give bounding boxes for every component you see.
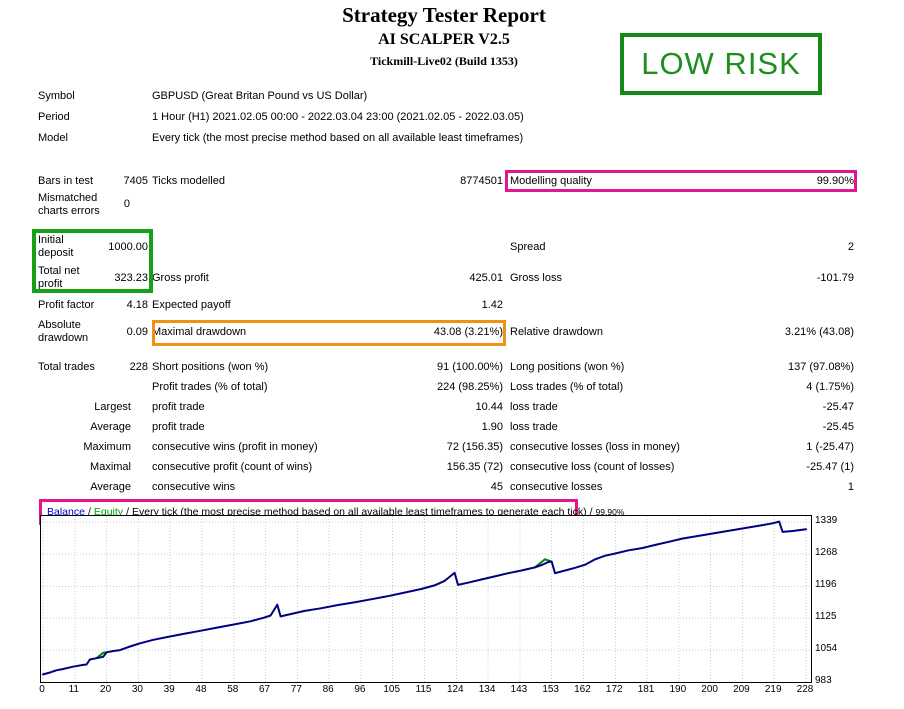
y-tick-label: 1054 — [815, 643, 837, 654]
total-net-profit-value: 323.23 — [38, 264, 148, 292]
loss-trades-value: 4 (1.75%) — [510, 378, 854, 396]
x-tick-label: 162 — [574, 684, 591, 695]
mismatch-value: 0 — [38, 190, 130, 219]
x-tick-label: 172 — [606, 684, 623, 695]
x-tick-label: 105 — [383, 684, 400, 695]
x-tick-label: 20 — [100, 684, 111, 695]
max-consecutive-loss-value: -25.47 (1) — [510, 458, 854, 476]
long-positions-value: 137 (97.08%) — [510, 358, 854, 376]
largest-loss-trade-value: -25.47 — [510, 398, 854, 416]
total-trades-value: 228 — [38, 358, 148, 376]
x-tick-label: 96 — [354, 684, 365, 695]
average-loss-trade-value: -25.45 — [510, 418, 854, 436]
y-tick-label: 1196 — [815, 579, 837, 590]
avg-consecutive-wins-value: 45 — [152, 478, 503, 496]
bars-row: Bars in test 7405 Ticks modelled 8774501… — [38, 171, 860, 191]
x-tick-label: 77 — [291, 684, 302, 695]
x-tick-label: 48 — [195, 684, 206, 695]
largest-trade-row: Largest profit trade 10.44 loss trade -2… — [38, 398, 860, 416]
x-tick-label: 115 — [416, 684, 432, 695]
relative-drawdown-value: 3.21% (43.08) — [510, 317, 854, 347]
maximal-consecutive-row: Maximal consecutive profit (count of win… — [38, 458, 860, 476]
deposit-row: Initial deposit 1000.00 Spread 2 — [38, 233, 860, 261]
x-tick-label: 200 — [701, 684, 718, 695]
gross-profit-value: 425.01 — [152, 264, 503, 292]
largest-label: Largest — [38, 398, 131, 416]
period-label: Period — [38, 110, 114, 124]
model-row: Model Every tick (the most precise metho… — [38, 131, 860, 145]
average-consecutive-row: Average consecutive wins 45 consecutive … — [38, 478, 860, 496]
x-tick-label: 181 — [638, 684, 655, 695]
x-tick-label: 219 — [765, 684, 782, 695]
maximal-drawdown-value: 43.08 (3.21%) — [152, 317, 503, 347]
x-tick-label: 209 — [733, 684, 750, 695]
max-consecutive-losses-value: 1 (-25.47) — [510, 438, 854, 456]
gross-loss-value: -101.79 — [510, 264, 854, 292]
balance-chart-svg — [41, 516, 811, 682]
absolute-drawdown-value: 0.09 — [38, 317, 148, 347]
short-positions-value: 91 (100.00%) — [152, 358, 503, 376]
x-tick-label: 0 — [39, 684, 45, 695]
y-tick-label: 983 — [815, 675, 832, 686]
maximum-label: Maximum — [38, 438, 131, 456]
max-consecutive-wins-value: 72 (156.35) — [152, 438, 503, 456]
ticks-value: 8774501 — [152, 171, 503, 191]
x-tick-label: 39 — [164, 684, 175, 695]
average-consecutive-label: Average — [38, 478, 131, 496]
symbol-label: Symbol — [38, 89, 114, 103]
maximum-consecutive-row: Maximum consecutive wins (profit in mone… — [38, 438, 860, 456]
maximal-label: Maximal — [38, 458, 131, 476]
symbol-row: Symbol GBPUSD (Great Britan Pound vs US … — [38, 89, 860, 103]
x-tick-label: 124 — [447, 684, 464, 695]
model-label: Model — [38, 131, 114, 145]
average-profit-trade-value: 1.90 — [152, 418, 503, 436]
period-value: 1 Hour (H1) 2021.02.05 00:00 - 2022.03.0… — [152, 110, 524, 124]
initial-deposit-value: 1000.00 — [38, 233, 148, 261]
x-tick-label: 143 — [511, 684, 528, 695]
strategy-tester-report: { "header": { "title": "Strategy Tester … — [0, 0, 904, 709]
x-tick-label: 86 — [323, 684, 334, 695]
expected-payoff-value: 1.42 — [152, 297, 503, 313]
y-tick-label: 1339 — [815, 515, 837, 526]
profit-trades-value: 224 (98.25%) — [152, 378, 503, 396]
x-tick-label: 134 — [479, 684, 496, 695]
low-risk-label: LOW RISK — [641, 46, 801, 82]
x-tick-label: 67 — [259, 684, 270, 695]
page-title: Strategy Tester Report — [0, 3, 888, 28]
low-risk-badge: LOW RISK — [620, 33, 822, 95]
drawdown-row: Absolute drawdown 0.09 Maximal drawdown … — [38, 317, 860, 347]
x-tick-label: 11 — [69, 684, 79, 695]
mismatch-row: Mismatched charts errors 0 — [38, 190, 860, 219]
period-row: Period 1 Hour (H1) 2021.02.05 00:00 - 20… — [38, 110, 860, 124]
modelling-quality-value: 99.90% — [510, 171, 854, 191]
average-label: Average — [38, 418, 131, 436]
x-tick-label: 58 — [227, 684, 238, 695]
profit-trades-row: Profit trades (% of total) 224 (98.25%) … — [38, 378, 860, 396]
x-tick-label: 190 — [669, 684, 686, 695]
total-trades-row: Total trades 228 Short positions (won %)… — [38, 358, 860, 376]
net-profit-row: Total net profit 323.23 Gross profit 425… — [38, 264, 860, 292]
x-tick-label: 228 — [797, 684, 814, 695]
y-tick-label: 1268 — [815, 547, 837, 558]
profit-factor-row: Profit factor 4.18 Expected payoff 1.42 — [38, 297, 860, 313]
model-value: Every tick (the most precise method base… — [152, 131, 523, 145]
avg-consecutive-losses-value: 1 — [510, 478, 854, 496]
bars-value: 7405 — [38, 171, 148, 191]
average-trade-row: Average profit trade 1.90 loss trade -25… — [38, 418, 860, 436]
x-tick-label: 153 — [542, 684, 559, 695]
spread-value: 2 — [510, 233, 854, 261]
symbol-value: GBPUSD (Great Britan Pound vs US Dollar) — [152, 89, 367, 103]
x-tick-label: 30 — [132, 684, 143, 695]
largest-profit-trade-value: 10.44 — [152, 398, 503, 416]
profit-factor-value: 4.18 — [38, 297, 148, 313]
y-tick-label: 1125 — [815, 611, 837, 622]
balance-chart — [40, 515, 812, 683]
max-consecutive-profit-value: 156.35 (72) — [152, 458, 503, 476]
